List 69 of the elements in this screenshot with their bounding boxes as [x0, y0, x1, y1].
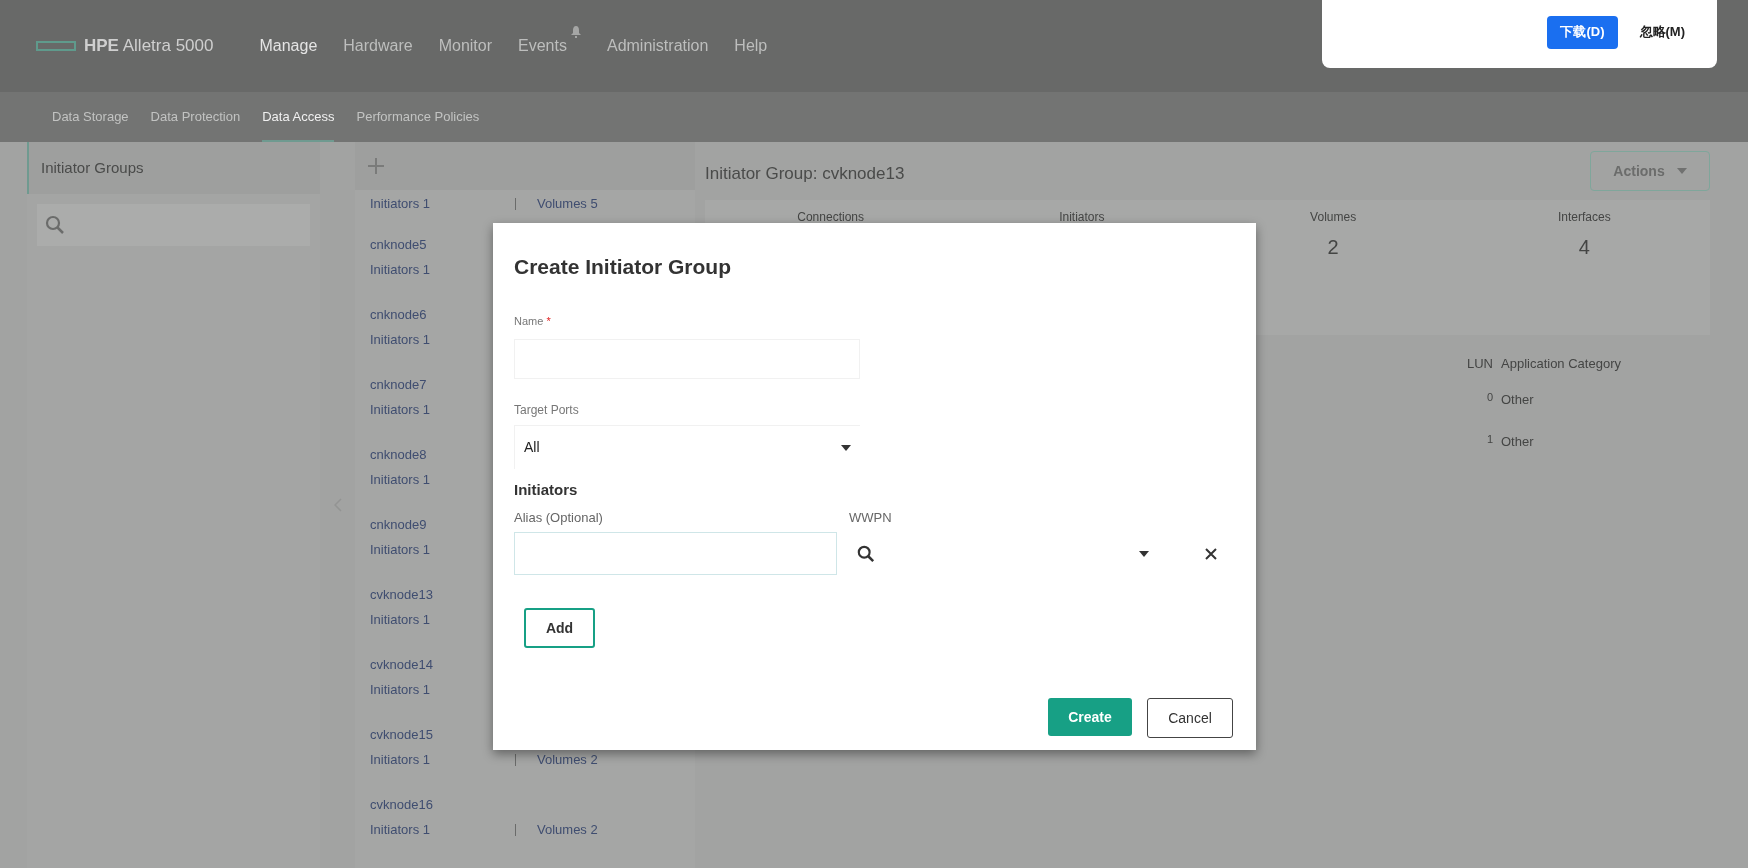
table-cell-text: Other: [1501, 433, 1534, 452]
initiator-count: Initiators 1: [370, 541, 431, 559]
nav-tab[interactable]: Administration: [606, 34, 709, 58]
section-heading: Initiators: [514, 480, 579, 500]
subnav-tab[interactable]: Data Storage: [52, 92, 129, 142]
field-label: Target Ports: [514, 402, 580, 419]
initiator-count: Initiators 1: [370, 471, 431, 489]
search-icon: [857, 544, 875, 563]
plus-icon[interactable]: [367, 157, 385, 175]
group-name[interactable]: cnknode8: [370, 444, 427, 464]
table-cell-text: 0: [1485, 390, 1493, 405]
initiator-count: Initiators 1: [370, 751, 431, 769]
caret-down-icon: [1139, 550, 1149, 557]
caret-down-icon: [841, 444, 851, 451]
stat-label: Connections: [797, 209, 864, 226]
nav-tab[interactable]: Manage: [259, 34, 318, 58]
initiator-count: Initiators 1: [370, 261, 431, 279]
column-header: LUN: [1466, 355, 1493, 374]
search-field[interactable]: [37, 204, 310, 246]
volume-count: Volumes 2: [537, 821, 598, 839]
dialog-title: Create Initiator Group: [514, 254, 733, 280]
volume-count: Volumes 2: [537, 751, 598, 769]
table-cell-text: Other: [1501, 391, 1534, 410]
nav-tab[interactable]: Help: [734, 34, 768, 58]
nav-tab[interactable]: Monitor: [438, 34, 493, 58]
add-button[interactable]: Add: [524, 608, 595, 648]
volume-count: Volumes 5: [537, 195, 598, 214]
group-name[interactable]: cnknode6: [370, 304, 427, 324]
group-name[interactable]: cnknode5: [370, 234, 427, 254]
group-name[interactable]: cnknode9: [370, 514, 427, 534]
initiator-count: Initiators 1: [370, 611, 431, 629]
subnav-tab[interactable]: Performance Policies: [356, 92, 480, 142]
field-label: WWPN: [849, 508, 893, 527]
field-label: Name *: [514, 313, 552, 329]
nav-tab[interactable]: Events: [518, 34, 567, 58]
detail-title: Initiator Group: cvknode13: [705, 163, 905, 186]
bell-icon[interactable]: [570, 26, 581, 38]
ignore-button[interactable]: 忽略(M): [1633, 15, 1691, 49]
stat-label: Initiators: [1059, 209, 1105, 226]
table-cell-text: 1: [1485, 432, 1493, 447]
download-button[interactable]: 下载(D): [1547, 15, 1618, 49]
stat-value: 2: [1327, 235, 1339, 260]
nav-tab[interactable]: Hardware: [343, 34, 413, 58]
stat-value: 4: [1578, 235, 1590, 260]
column-header: Application Category: [1501, 355, 1621, 374]
close-icon[interactable]: [1205, 547, 1217, 560]
create-button[interactable]: Create: [1048, 698, 1132, 736]
group-name[interactable]: cnknode7: [370, 374, 427, 394]
target-ports-dropdown[interactable]: All: [514, 425, 860, 469]
group-name[interactable]: cvknode16: [370, 794, 433, 814]
sidebar-title: Initiator Groups: [41, 157, 144, 178]
group-name[interactable]: cvknode15: [370, 724, 433, 744]
initiator-count: Initiators 1: [370, 331, 431, 349]
initiator-count: Initiators 1: [370, 195, 431, 214]
initiator-count: Initiators 1: [370, 681, 431, 699]
app-title: HPE Alletra 5000: [84, 35, 214, 58]
search-icon: [45, 215, 65, 235]
initiator-count: Initiators 1: [370, 821, 431, 839]
caret-down-icon: [1676, 168, 1687, 174]
group-name[interactable]: cvknode14: [370, 654, 433, 674]
cancel-button[interactable]: Cancel: [1147, 698, 1233, 738]
initiator-count: Initiators 1: [370, 401, 431, 419]
stat-label: Volumes: [1310, 209, 1357, 226]
logo-icon: [36, 41, 76, 51]
field-label: Alias (Optional): [514, 508, 604, 527]
alias-input[interactable]: [514, 532, 837, 575]
stat-label: Interfaces: [1558, 209, 1611, 226]
subnav-tab[interactable]: Data Protection: [150, 92, 241, 142]
group-name[interactable]: cvknode13: [370, 584, 433, 604]
